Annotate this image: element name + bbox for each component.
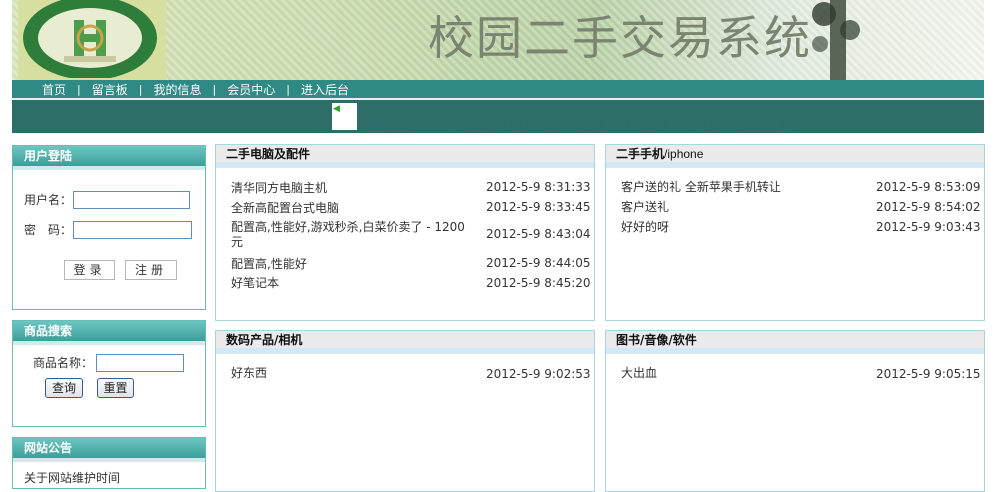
item-date: 2012-5-9 8:43:04 xyxy=(486,227,591,241)
nav-my-info[interactable]: 我的信息 xyxy=(142,81,212,98)
announcement-item[interactable]: 关于网站维护时间 xyxy=(24,469,120,486)
category-title: 图书/音像/软件 xyxy=(606,331,984,348)
password-label: 密 码： xyxy=(24,223,73,237)
main-nav: 首页 | 留言板 | 我的信息 | 会员中心 | 进入后台 xyxy=(12,80,984,98)
search-panel-title: 商品搜索 xyxy=(13,321,205,345)
reset-button[interactable]: 重置 xyxy=(97,378,134,398)
query-button[interactable]: 查询 xyxy=(45,378,83,398)
announcement-panel-title: 网站公告 xyxy=(13,438,205,462)
item-date: 2012-5-9 8:45:20 xyxy=(486,276,591,290)
nav-admin[interactable]: 进入后台 xyxy=(290,81,360,98)
category-title-bar xyxy=(606,162,984,168)
category-panel-computers: 二手电脑及配件 清华同方电脑主机 2012-5-9 8:31:33 全新高配置台… xyxy=(215,144,595,321)
item-date: 2012-5-9 8:31:33 xyxy=(486,180,591,194)
list-item[interactable]: 大出血 xyxy=(621,364,657,381)
list-item[interactable]: 客户送礼 xyxy=(621,198,669,215)
category-title-bar xyxy=(216,348,594,354)
product-name-input[interactable] xyxy=(96,354,184,372)
site-header: 校园二手交易系统 xyxy=(12,0,984,80)
search-panel: 商品搜索 商品名称： 查询 重置 xyxy=(12,320,206,427)
item-date: 2012-5-9 8:33:45 xyxy=(486,200,591,214)
item-date: 2012-5-9 8:54:02 xyxy=(876,200,981,214)
item-date: 2012-5-9 9:03:43 xyxy=(876,220,981,234)
item-date: 2012-5-9 9:05:15 xyxy=(876,367,981,381)
login-button[interactable]: 登录 xyxy=(64,260,115,280)
item-date: 2012-5-9 9:02:53 xyxy=(486,367,591,381)
list-item[interactable]: 好好的呀 xyxy=(621,218,669,235)
tree-decoration-icon xyxy=(812,0,860,80)
list-item[interactable]: 全新高配置台式电脑 xyxy=(231,199,339,216)
password-input[interactable] xyxy=(73,221,192,239)
speaker-icon: ◀ xyxy=(333,104,340,114)
register-button[interactable]: 注册 xyxy=(125,260,177,280)
category-panel-phones: 二手手机/iphone 客户送的礼 全新苹果手机转让 2012-5-9 8:53… xyxy=(605,144,985,321)
nav-message-board[interactable]: 留言板 xyxy=(81,81,139,98)
notice-marquee: 提醒：请务必当面交易，严防上当，如出现交易双方出现法律问题，均与本站无关 xyxy=(363,120,796,134)
list-item[interactable]: 清华同方电脑主机 xyxy=(231,179,327,196)
nav-home[interactable]: 首页 xyxy=(31,81,77,98)
login-panel-title: 用户登陆 xyxy=(13,146,205,170)
announcement-panel: 网站公告 关于网站维护时间 xyxy=(12,437,206,489)
username-label: 用户名： xyxy=(24,193,73,207)
list-item[interactable]: 好东西 xyxy=(231,364,267,381)
list-item[interactable]: 客户送的礼 全新苹果手机转让 xyxy=(621,178,781,195)
list-item[interactable]: 好笔记本 xyxy=(231,274,279,291)
item-date: 2012-5-9 8:53:09 xyxy=(876,180,981,194)
list-item[interactable]: 配置高,性能好 xyxy=(231,255,307,272)
category-title-bar xyxy=(216,162,594,168)
notice-bar: ◀ 提醒：请务必当面交易，严防上当，如出现交易双方出现法律问题，均与本站无关 xyxy=(12,100,984,134)
category-title: 数码产品/相机 xyxy=(216,331,594,348)
category-panel-digital: 数码产品/相机 好东西 2012-5-9 9:02:53 xyxy=(215,330,595,492)
product-name-label: 商品名称： xyxy=(33,356,94,370)
category-panel-books: 图书/音像/软件 大出血 2012-5-9 9:05:15 xyxy=(605,330,985,492)
notice-image: ◀ xyxy=(332,103,357,130)
category-title: 二手手机/iphone xyxy=(606,145,984,162)
category-title: 二手电脑及配件 xyxy=(216,145,594,162)
site-title: 校园二手交易系统 xyxy=(428,11,812,65)
list-item[interactable]: 配置高,性能好,游戏秒杀,白菜价卖了 - 1200元 xyxy=(231,220,466,250)
category-title-bar xyxy=(606,348,984,354)
login-panel: 用户登陆 用户名： 密 码： 登录 注册 xyxy=(12,145,206,310)
item-date: 2012-5-9 8:44:05 xyxy=(486,256,591,270)
nav-member-center[interactable]: 会员中心 xyxy=(216,81,286,98)
school-logo-icon xyxy=(18,0,166,80)
username-input[interactable] xyxy=(73,191,190,209)
